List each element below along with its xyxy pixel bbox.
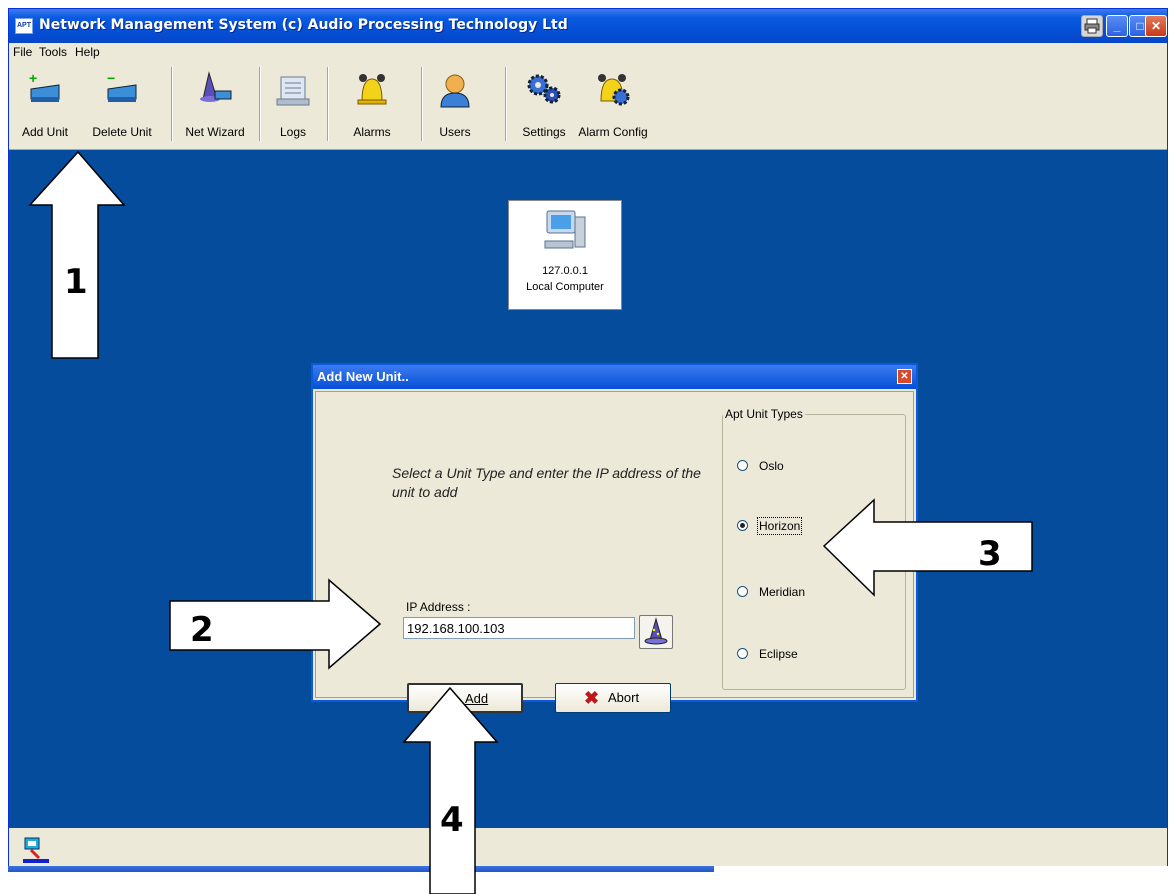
callout-number-4: 4 [440, 800, 464, 840]
callout-arrow-1 [28, 150, 126, 359]
callout-arrows [28, 150, 1033, 894]
callout-arrow-4 [402, 686, 499, 894]
callout-number-2: 2 [190, 610, 214, 650]
callout-number-3: 3 [978, 534, 1002, 574]
callout-number-1: 1 [64, 262, 88, 302]
